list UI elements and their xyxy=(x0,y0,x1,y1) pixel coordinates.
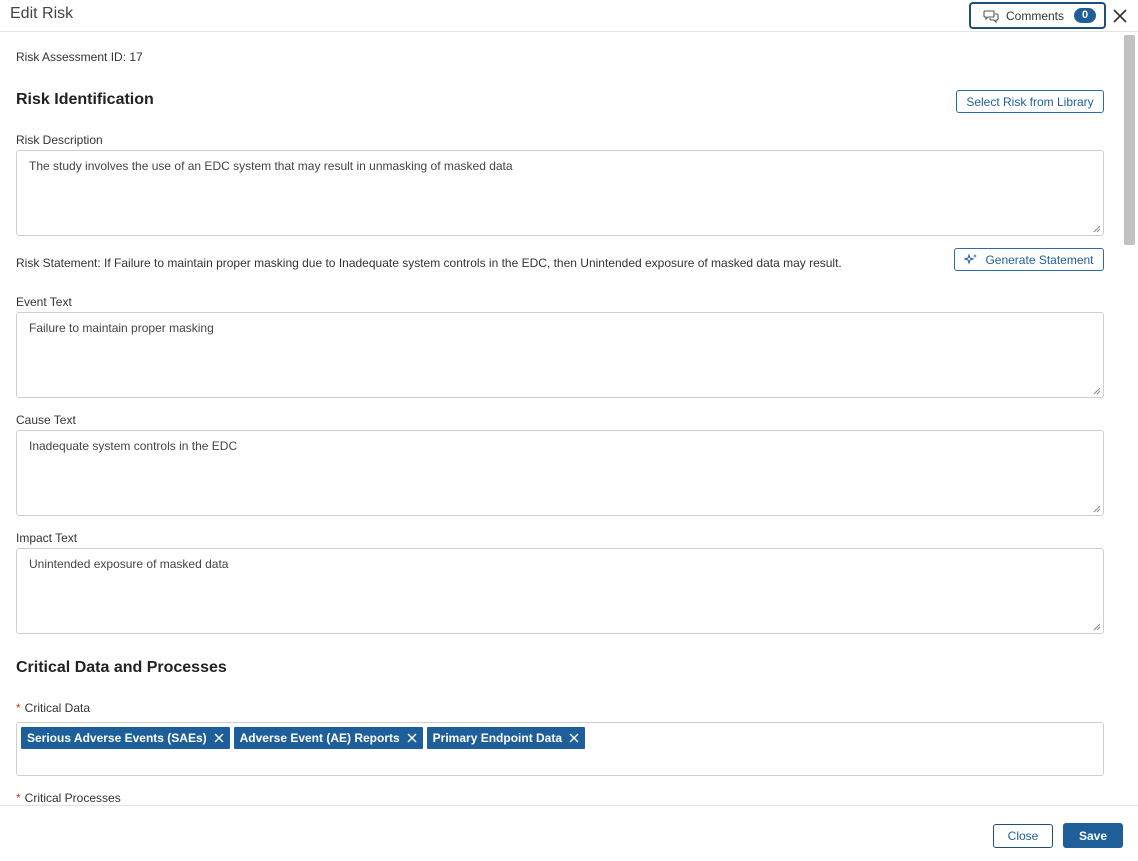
comments-label: Comments xyxy=(1006,8,1065,23)
generate-statement-button[interactable]: Generate Statement xyxy=(954,248,1104,271)
event-text-value: Failure to maintain proper masking xyxy=(29,321,214,335)
dialog-footer: Close Save xyxy=(0,805,1138,861)
critical-data-tag: Serious Adverse Events (SAEs) xyxy=(21,727,230,749)
resize-handle-icon[interactable] xyxy=(1093,387,1101,395)
comments-count-badge: 0 xyxy=(1074,8,1097,23)
dialog-header: Edit Risk Comments 0 xyxy=(0,0,1138,32)
cause-text-textarea[interactable]: Inadequate system controls in the EDC xyxy=(16,430,1104,516)
impact-text-textarea[interactable]: Unintended exposure of masked data xyxy=(16,548,1104,634)
critical-data-tag: Adverse Event (AE) Reports xyxy=(233,727,423,749)
event-text-label: Event Text xyxy=(16,295,72,309)
cause-text-label: Cause Text xyxy=(16,413,76,427)
critical-data-processes-heading: Critical Data and Processes xyxy=(16,659,227,676)
scrollbar-thumb[interactable] xyxy=(1124,35,1135,245)
risk-assessment-id: Risk Assessment ID: 17 xyxy=(16,50,143,64)
select-risk-from-library-button[interactable]: Select Risk from Library xyxy=(956,90,1104,113)
critical-data-tag: Primary Endpoint Data xyxy=(426,727,586,749)
comments-button[interactable]: Comments 0 xyxy=(969,2,1106,29)
impact-text-label: Impact Text xyxy=(16,531,78,545)
risk-statement-text: Risk Statement: If Failure to maintain p… xyxy=(16,256,842,270)
cause-text-value: Inadequate system controls in the EDC xyxy=(29,439,238,453)
risk-description-textarea[interactable]: The study involves the use of an EDC sys… xyxy=(16,150,1104,236)
chat-bubbles-icon xyxy=(983,8,999,24)
event-text-textarea[interactable]: Failure to maintain proper masking xyxy=(16,312,1104,398)
tag-label: Primary Endpoint Data xyxy=(432,731,563,745)
remove-tag-icon[interactable] xyxy=(569,733,579,743)
risk-identification-heading: Risk Identification xyxy=(16,91,154,108)
critical-data-label-text: Critical Data xyxy=(24,701,91,715)
critical-data-multiselect[interactable]: Serious Adverse Events (SAEs) Adverse Ev… xyxy=(16,722,1104,776)
critical-processes-label-text: Critical Processes xyxy=(24,791,121,805)
tag-label: Adverse Event (AE) Reports xyxy=(239,731,400,745)
close-icon[interactable] xyxy=(1111,7,1129,25)
dialog-title: Edit Risk xyxy=(10,5,74,22)
required-marker: * xyxy=(16,791,21,805)
remove-tag-icon[interactable] xyxy=(214,733,224,743)
generate-statement-label: Generate Statement xyxy=(985,252,1094,267)
sparkle-icon xyxy=(964,252,978,267)
critical-data-label: * Critical Data xyxy=(16,701,90,715)
risk-description-value: The study involves the use of an EDC sys… xyxy=(29,159,513,173)
save-button[interactable]: Save xyxy=(1063,823,1123,848)
dialog-body: Risk Assessment ID: 17 Risk Identificati… xyxy=(0,33,1122,805)
remove-tag-icon[interactable] xyxy=(407,733,417,743)
resize-handle-icon[interactable] xyxy=(1093,505,1101,513)
resize-handle-icon[interactable] xyxy=(1093,225,1101,233)
required-marker: * xyxy=(16,701,21,715)
impact-text-value: Unintended exposure of masked data xyxy=(29,557,229,571)
critical-processes-label: * Critical Processes xyxy=(16,791,121,805)
close-button[interactable]: Close xyxy=(993,824,1053,848)
risk-description-label: Risk Description xyxy=(16,133,103,147)
tag-label: Serious Adverse Events (SAEs) xyxy=(27,731,207,745)
resize-handle-icon[interactable] xyxy=(1093,623,1101,631)
vertical-scrollbar[interactable] xyxy=(1122,33,1138,805)
